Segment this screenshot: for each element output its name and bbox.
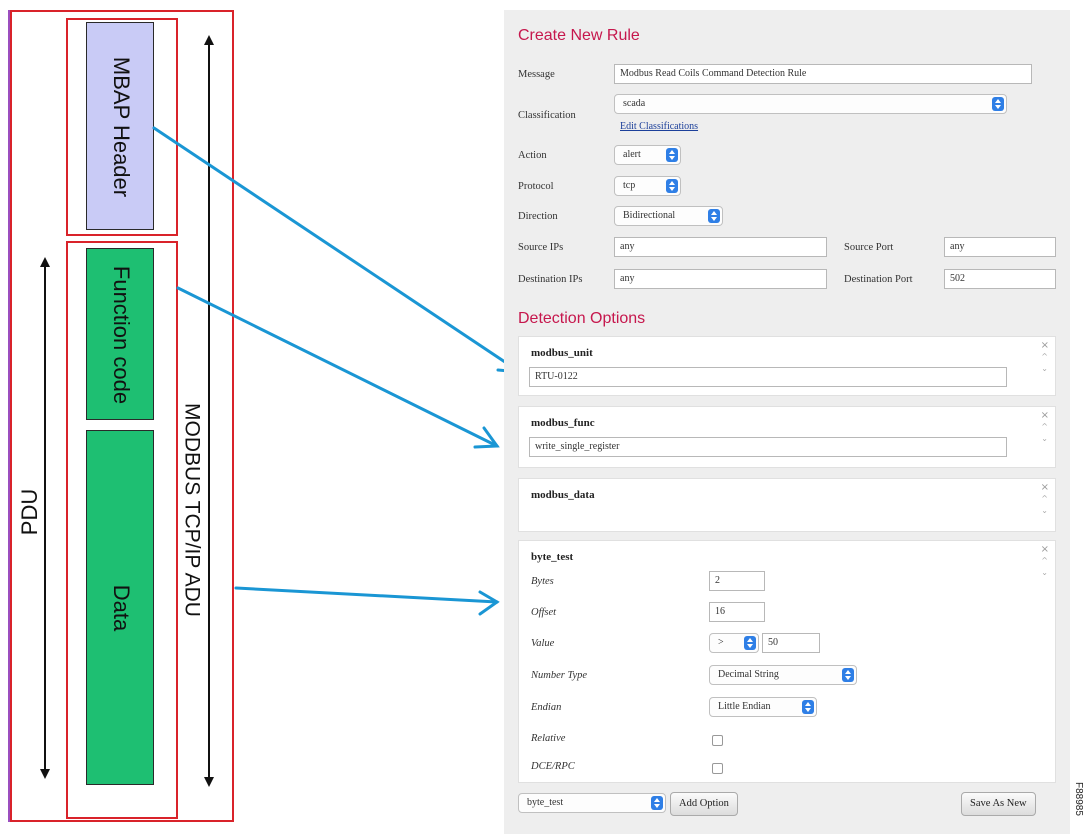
remove-option-icon[interactable]: × — [1041, 341, 1049, 351]
source-port-label: Source Port — [844, 242, 894, 253]
move-up-icon[interactable]: ^ — [1041, 495, 1048, 503]
function-code-label: Function code — [109, 265, 134, 405]
number-type-label: Number Type — [531, 670, 588, 681]
option-title: byte_test — [531, 551, 574, 563]
option-card-modbus-unit: modbus_unit × ^ ⌄ RTU-0122 — [518, 336, 1056, 396]
modbus-unit-input[interactable]: RTU-0122 — [529, 367, 1007, 387]
select-arrows-icon — [666, 179, 678, 193]
move-down-icon[interactable]: ⌄ — [1041, 435, 1048, 443]
move-down-icon[interactable]: ⌄ — [1041, 507, 1048, 515]
option-type-select[interactable]: byte_test — [518, 793, 666, 813]
move-up-icon[interactable]: ^ — [1041, 557, 1048, 565]
option-card-byte-test: byte_test × ^ ⌄ Bytes 2 Offset 16 Value … — [518, 540, 1056, 783]
source-port-input[interactable]: any — [944, 237, 1056, 257]
rule-form-panel: Create New Rule Message Modbus Read Coil… — [504, 10, 1070, 834]
adu-label: MODBUS TCP/IP ADU — [180, 403, 204, 617]
value-input[interactable]: 50 — [762, 633, 820, 653]
protocol-label: Protocol — [518, 181, 554, 192]
relative-checkbox[interactable] — [712, 735, 723, 746]
endian-label: Endian — [531, 702, 562, 713]
data-to-bytetest-arrow — [234, 586, 499, 604]
source-ips-label: Source IPs — [518, 242, 564, 253]
detection-options-title: Detection Options — [518, 310, 646, 327]
dce-rpc-checkbox[interactable] — [712, 763, 723, 774]
destination-port-input[interactable]: 502 — [944, 269, 1056, 289]
relative-label: Relative — [531, 733, 566, 744]
option-title: modbus_data — [531, 489, 595, 501]
protocol-select[interactable]: tcp — [614, 176, 681, 196]
remove-option-icon[interactable]: × — [1041, 545, 1049, 555]
destination-ips-input[interactable]: any — [614, 269, 827, 289]
action-value: alert — [623, 149, 641, 160]
dce-rpc-label: DCE/RPC — [531, 761, 575, 772]
destination-ips-label: Destination IPs — [518, 274, 583, 285]
offset-label: Offset — [531, 607, 557, 618]
remove-option-icon[interactable]: × — [1041, 483, 1049, 493]
message-input[interactable]: Modbus Read Coils Command Detection Rule — [614, 64, 1032, 84]
bytes-label: Bytes — [531, 576, 554, 587]
select-arrows-icon — [992, 97, 1004, 111]
endian-value: Little Endian — [718, 701, 771, 712]
endian-select[interactable]: Little Endian — [709, 697, 817, 717]
move-up-icon[interactable]: ^ — [1041, 423, 1048, 431]
option-title: modbus_func — [531, 417, 595, 429]
move-down-icon[interactable]: ⌄ — [1041, 365, 1048, 373]
mbap-header-label: MBAP Header — [109, 56, 134, 198]
source-ips-input[interactable]: any — [614, 237, 827, 257]
classification-value: scada — [623, 98, 646, 109]
operator-select[interactable]: > — [709, 633, 759, 653]
edit-classifications-link[interactable]: Edit Classifications — [620, 121, 698, 132]
select-arrows-icon — [744, 636, 756, 650]
classification-select[interactable]: scada — [614, 94, 1007, 114]
direction-value: Bidirectional — [623, 210, 676, 221]
action-label: Action — [518, 150, 547, 161]
protocol-value: tcp — [623, 180, 636, 191]
data-to-bytetest-arrowhead — [478, 590, 500, 616]
classification-label: Classification — [518, 110, 576, 121]
direction-select[interactable]: Bidirectional — [614, 206, 723, 226]
action-select[interactable]: alert — [614, 145, 681, 165]
function-code-block: Function code — [86, 248, 154, 420]
select-arrows-icon — [802, 700, 814, 714]
select-arrows-icon — [842, 668, 854, 682]
pdu-label: PDU — [17, 488, 42, 536]
operator-value: > — [718, 637, 724, 648]
figure-id: F88985 — [1073, 782, 1084, 816]
save-as-new-button[interactable]: Save As New — [961, 792, 1036, 816]
option-card-modbus-data: modbus_data × ^ ⌄ — [518, 478, 1056, 532]
message-label: Message — [518, 69, 555, 80]
move-up-icon[interactable]: ^ — [1041, 353, 1048, 361]
option-type-value: byte_test — [527, 797, 564, 808]
offset-input[interactable]: 16 — [709, 602, 765, 622]
add-option-button[interactable]: Add Option — [670, 792, 738, 816]
data-label: Data — [109, 584, 134, 632]
create-rule-title: Create New Rule — [518, 27, 640, 44]
modbus-func-input[interactable]: write_single_register — [529, 437, 1007, 457]
option-title: modbus_unit — [531, 347, 593, 359]
function-to-func-arrowhead — [473, 426, 500, 449]
option-card-modbus-func: modbus_func × ^ ⌄ write_single_register — [518, 406, 1056, 468]
remove-option-icon[interactable]: × — [1041, 411, 1049, 421]
value-label: Value — [531, 638, 555, 649]
select-arrows-icon — [651, 796, 663, 810]
data-block: Data — [86, 430, 154, 785]
select-arrows-icon — [708, 209, 720, 223]
direction-label: Direction — [518, 211, 558, 222]
mbap-header-block: MBAP Header — [86, 22, 154, 230]
number-type-select[interactable]: Decimal String — [709, 665, 857, 685]
number-type-value: Decimal String — [718, 669, 779, 680]
move-down-icon[interactable]: ⌄ — [1041, 569, 1048, 577]
bytes-input[interactable]: 2 — [709, 571, 765, 591]
select-arrows-icon — [666, 148, 678, 162]
destination-port-label: Destination Port — [844, 274, 913, 285]
